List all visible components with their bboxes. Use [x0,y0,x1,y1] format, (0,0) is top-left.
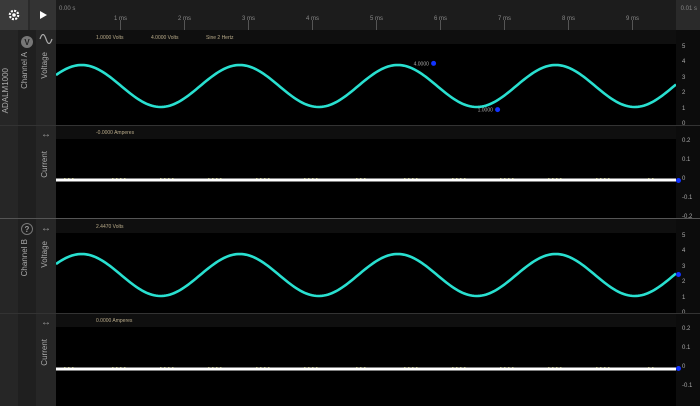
cursor-marker-label: 1.0000 [478,108,494,114]
time-label: 5 ms [370,16,384,22]
play-button[interactable] [30,0,56,30]
ruler-end: 0.01 s [676,0,700,30]
time-label: 3 ms [242,16,256,22]
time-label: 9 ms [626,16,640,22]
channel-a-voltage-label: Voltage [40,52,49,79]
voltage-tick-label: 5 [682,44,686,50]
expand-arrows-icon[interactable]: ↔ [38,127,54,141]
time-label: 4 ms [306,16,320,22]
voltage-tick-label: 3 [682,263,686,270]
divider [0,313,700,314]
settings-button[interactable] [0,0,28,30]
channel-b-voltage-plot[interactable]: 2.4470 Volts [56,219,676,313]
channel-b-current-axis[interactable]: 0.2 0.1 0 -0.1 [676,313,700,406]
play-icon [40,11,47,19]
channel-a-current-strip: ↔ Current [36,125,56,218]
time-label: 1 ms [114,16,128,22]
voltage-tick-label: 5 [682,233,686,239]
voltage-trace-b [56,252,676,298]
cursor-marker-label: 4.0000 [414,61,430,67]
channel-a-label: Channel A [20,52,29,89]
expand-arrows-icon[interactable]: ↔ [38,221,54,235]
current-tick-label: 0.1 [682,345,691,351]
channel-a-voltage-axis[interactable]: 543210 [676,30,700,127]
channel-a-badge[interactable]: V [21,36,33,48]
voltage-trace-line [56,63,676,109]
voltage-tick-label: 2 [682,90,686,97]
voltage-tick-label: 1 [682,294,686,301]
channel-b-label: Channel B [20,239,29,277]
channel-a-strip: V Channel A [18,30,36,218]
channel-a-voltage-strip: Voltage [36,30,56,125]
voltage-tick-label: 4 [682,248,686,255]
divider [0,218,700,219]
channel-a-current-axis[interactable]: 0.2 0.1 0 -0.1 -0.2 [676,125,700,220]
time-end-label: 0.01 s [680,6,697,12]
channel-b-voltage-axis[interactable]: 543210 [676,219,700,316]
current-tick-label: -0.1 [682,195,693,201]
channel-b-voltage-strip: ↔ Voltage [36,219,56,313]
voltage-trace-a: 4.0000 1.0000 [56,60,676,114]
toolbar: 0.00 s 1 ms 2 ms 3 ms 4 ms 5 ms 6 ms 7 ms 8 ms 9… [0,0,700,30]
voltage-tick-label: 3 [682,74,686,81]
channel-b-voltage-label: Voltage [40,241,49,268]
time-start-label: 0.00 s [59,6,76,12]
channel-b-current-strip: ↔ Current [36,313,56,406]
time-label: 6 ms [434,16,448,22]
device-name: ADALM1000 [1,68,10,114]
time-label: 2 ms [178,16,192,22]
divider [0,125,700,126]
expand-arrows-icon[interactable]: ↔ [38,315,54,329]
channel-b-badge[interactable]: ? [21,223,33,235]
current-tick-label: 0.2 [682,138,691,144]
level-marker[interactable] [676,272,681,277]
channel-a-current-label: Current [40,151,49,178]
level-marker[interactable] [676,178,681,183]
gear-icon [8,9,20,21]
cursor-marker[interactable] [431,60,437,66]
voltage-trace-line [56,252,676,298]
channel-b-current-plot[interactable]: 0.0000 Amperes [56,313,676,406]
current-tick-label: 0 [682,364,686,370]
channel-a-voltage-plot[interactable]: 1.0000 Volts 4.0000 Volts Sine 2 Hertz 4… [56,30,676,125]
time-label: 7 ms [498,16,512,22]
time-ruler[interactable]: 0.00 s 1 ms 2 ms 3 ms 4 ms 5 ms 6 ms 7 ms 8 ms 9… [56,0,676,30]
current-trace-a [56,178,676,182]
current-trace-b [56,367,676,371]
channel-b-current-label: Current [40,339,49,366]
voltage-tick-label: 2 [682,279,686,286]
voltage-tick-label: 1 [682,105,686,112]
current-tick-label: 0.2 [682,326,691,332]
cursor-marker[interactable] [495,107,501,113]
level-marker[interactable] [676,366,681,371]
time-label: 8 ms [562,16,576,22]
channel-a-current-plot[interactable]: -0.0000 Amperes [56,125,676,218]
current-tick-label: 0.1 [682,157,691,163]
current-tick-label: -0.1 [682,383,693,389]
current-tick-label: 0 [682,176,686,182]
sine-wave-icon[interactable] [38,32,54,46]
voltage-tick-label: 4 [682,59,686,66]
